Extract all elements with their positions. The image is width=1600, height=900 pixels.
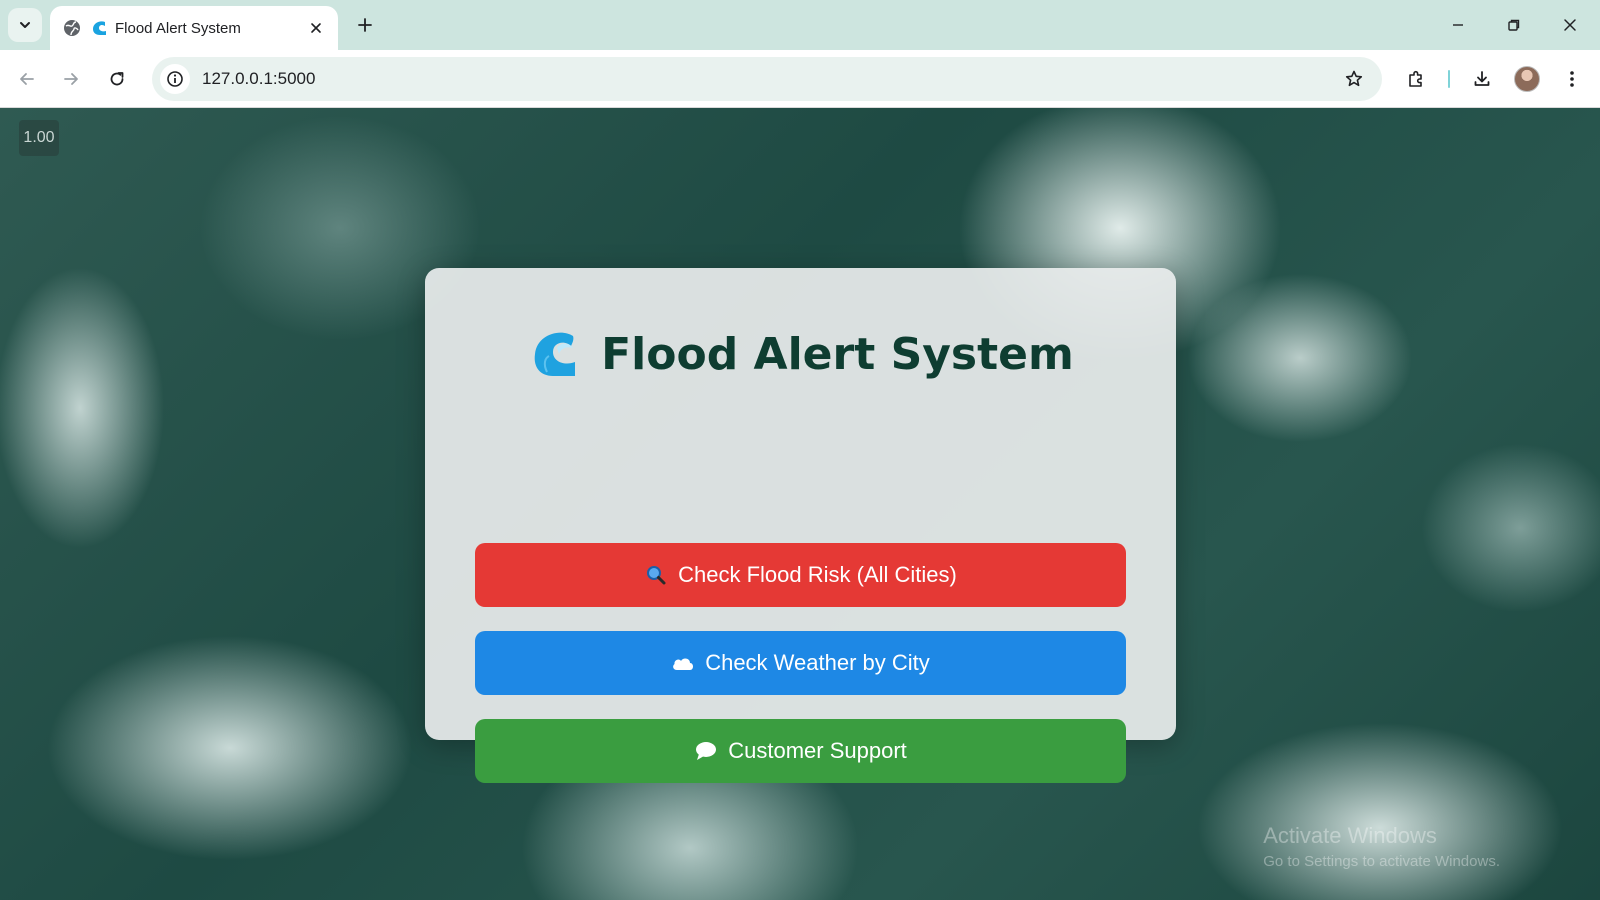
minimize-button[interactable]: [1440, 10, 1476, 40]
customer-support-button[interactable]: Customer Support: [475, 719, 1126, 783]
windows-activation-watermark: Activate Windows Go to Settings to activ…: [1263, 823, 1500, 870]
tab-strip: Flood Alert System: [0, 0, 1600, 50]
tab-title: Flood Alert System: [115, 19, 241, 37]
globe-icon: [62, 18, 82, 38]
magnifier-icon: [644, 563, 668, 587]
zoom-badge: 1.00: [19, 120, 59, 156]
arrow-right-icon: [64, 73, 78, 85]
close-icon: [1564, 19, 1576, 31]
browser-tab[interactable]: Flood Alert System: [50, 6, 338, 50]
puzzle-icon: [1409, 70, 1422, 87]
arrow-left-icon: [20, 73, 34, 85]
url-text[interactable]: 127.0.0.1:5000: [202, 69, 1338, 89]
wave-icon: [527, 328, 579, 380]
bookmark-star-icon[interactable]: [1338, 63, 1370, 95]
page-title: Flood Alert System: [601, 328, 1074, 380]
tab-search-button[interactable]: [8, 8, 42, 42]
download-icon: [1474, 71, 1490, 86]
plus-icon: [358, 18, 372, 32]
site-info-icon[interactable]: [160, 64, 190, 94]
browser-menu-button[interactable]: [1556, 63, 1588, 95]
watermark-line-1: Activate Windows: [1263, 823, 1437, 848]
reload-icon: [110, 72, 124, 86]
close-tab-icon[interactable]: [306, 18, 326, 38]
kebab-menu-icon: [1570, 71, 1574, 87]
check-flood-risk-label: Check Flood Risk (All Cities): [678, 562, 957, 587]
customer-support-label: Customer Support: [728, 738, 907, 763]
restore-button[interactable]: [1496, 10, 1532, 40]
check-weather-button[interactable]: Check Weather by City: [475, 631, 1126, 695]
downloads-button[interactable]: [1466, 63, 1498, 95]
watermark-line-2: Go to Settings to activate Windows.: [1263, 853, 1500, 870]
extensions-button[interactable]: [1400, 63, 1432, 95]
check-flood-risk-button[interactable]: Check Flood Risk (All Cities): [475, 543, 1126, 607]
back-button[interactable]: [11, 63, 43, 95]
restore-icon: [1508, 19, 1520, 31]
cloud-icon: [671, 651, 695, 675]
minimize-icon: [1453, 24, 1463, 26]
reload-button[interactable]: [101, 63, 133, 95]
check-weather-label: Check Weather by City: [705, 650, 930, 675]
forward-button[interactable]: [55, 63, 87, 95]
profile-avatar[interactable]: [1514, 66, 1540, 92]
browser-toolbar: 127.0.0.1:5000: [0, 50, 1600, 108]
chevron-down-icon: [20, 22, 30, 28]
card-header: Flood Alert System: [425, 328, 1176, 380]
toolbar-separator: [1448, 70, 1450, 88]
new-tab-button[interactable]: [352, 12, 378, 38]
main-card: Flood Alert System Check Flood Risk (All…: [425, 268, 1176, 783]
page-viewport: 1.00 Flood Alert System Check Flood Risk…: [0, 108, 1600, 900]
address-bar[interactable]: 127.0.0.1:5000: [152, 57, 1382, 101]
wave-favicon-icon: [90, 19, 108, 37]
speech-bubble-icon: [694, 739, 718, 763]
close-window-button[interactable]: [1552, 10, 1588, 40]
